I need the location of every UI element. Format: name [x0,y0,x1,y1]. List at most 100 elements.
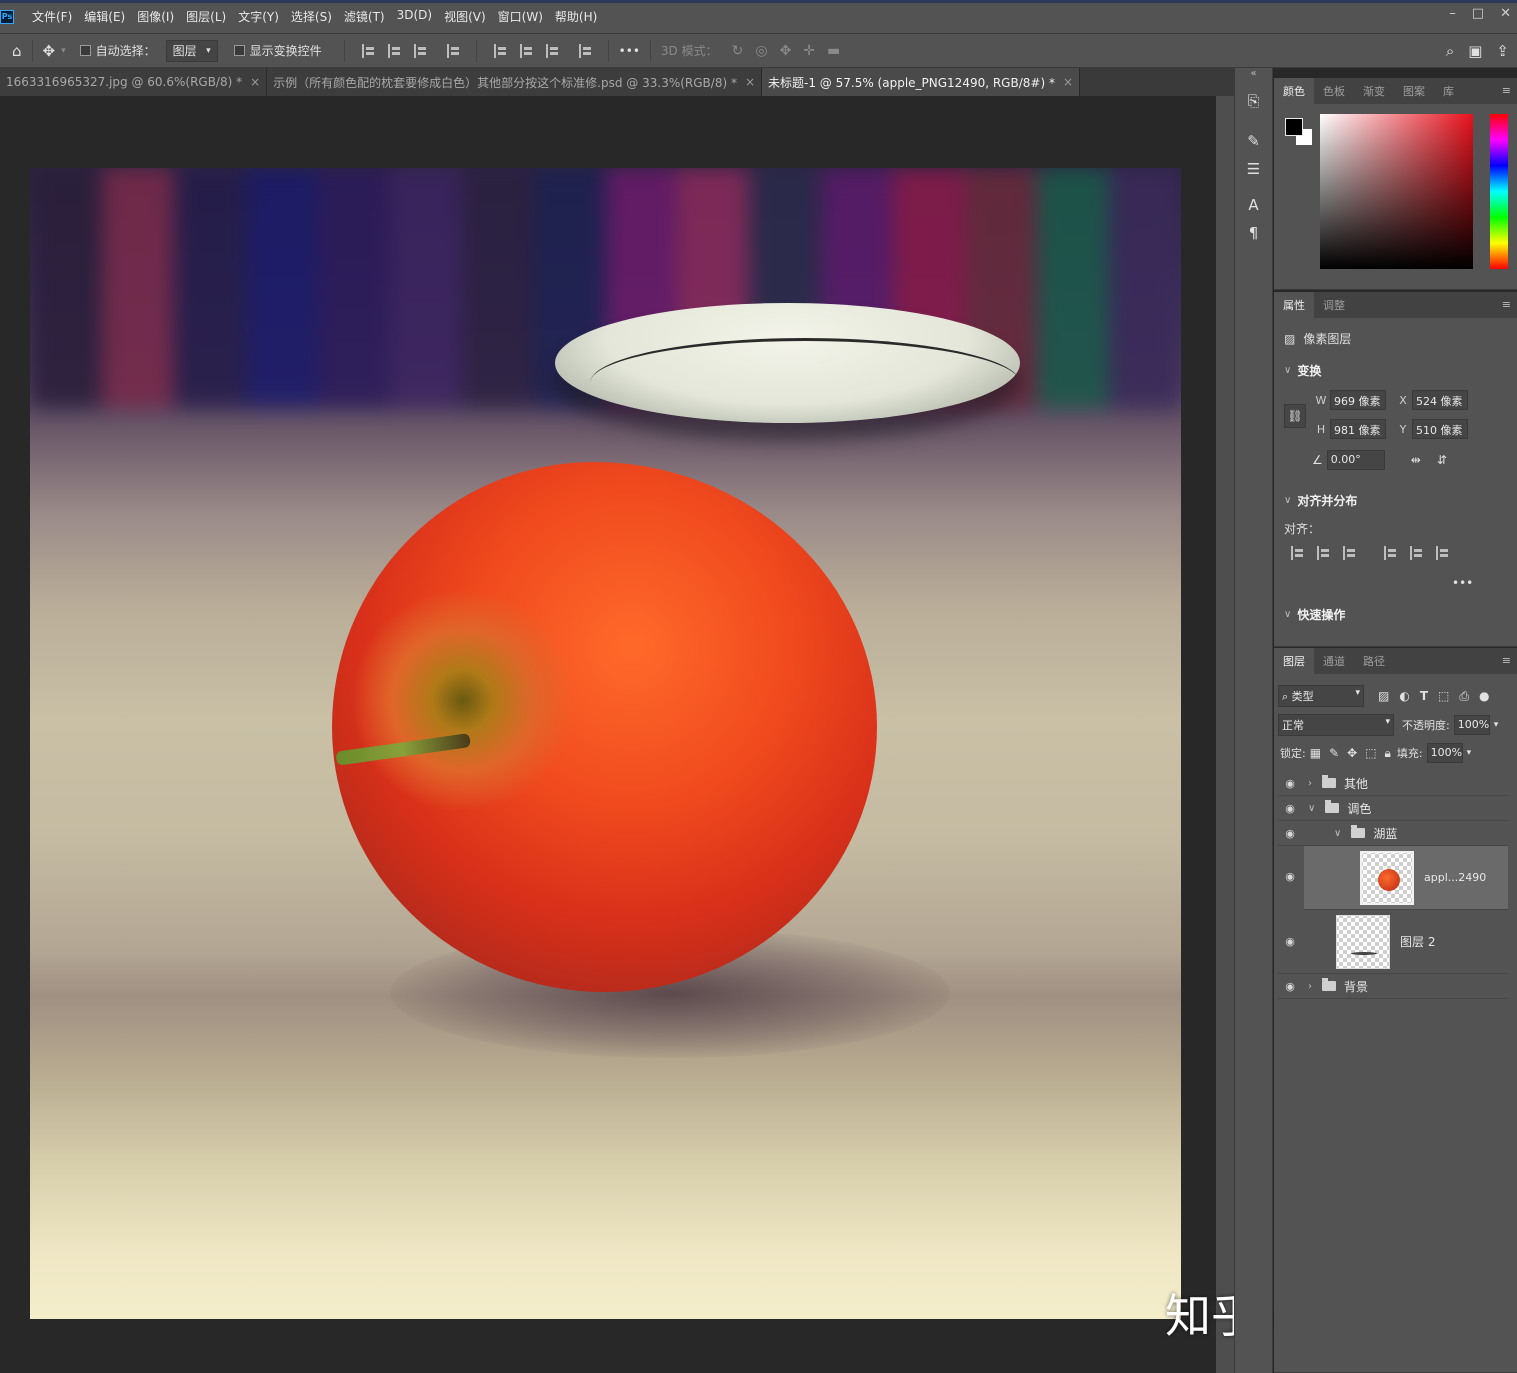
checkbox-box[interactable] [233,45,245,56]
filter-pixel-icon[interactable]: ▨ [1378,689,1389,703]
document-canvas[interactable] [30,168,1181,1319]
visibility-eye-icon[interactable]: ◉ [1278,870,1302,883]
chevron-right-icon[interactable]: › [1308,981,1312,992]
chevron-down-icon[interactable]: ▾ [1467,748,1472,758]
auto-select-checkbox[interactable]: 自动选择： [79,42,156,59]
align-left-icon[interactable] [361,43,374,58]
tab-adjustments[interactable]: 调整 [1314,292,1354,318]
distribute-icon[interactable] [446,43,459,58]
menu-view[interactable]: 视图(V) [438,8,492,25]
checkbox-box[interactable] [79,45,91,56]
visibility-eye-icon[interactable]: ◉ [1278,935,1302,948]
lock-position-icon[interactable]: ✥ [1347,746,1357,760]
tab-color[interactable]: 颜色 [1274,78,1314,104]
search-icon[interactable]: ⌕ [1446,42,1454,60]
filter-adjustment-icon[interactable]: ◐ [1399,689,1409,703]
tab-channels[interactable]: 通道 [1314,648,1354,674]
align-right-icon[interactable] [413,43,426,58]
distribute-vertical-icon[interactable] [578,43,591,58]
tab-layers[interactable]: 图层 [1274,648,1314,674]
angle-field[interactable]: 0.00° [1326,450,1385,470]
3d-roll-icon[interactable]: ◎ [755,43,767,59]
align-right-icon[interactable] [1343,546,1355,560]
chevron-down-icon[interactable]: ▾ [61,46,66,56]
visibility-eye-icon[interactable]: ◉ [1278,777,1302,790]
lock-artboard-icon[interactable]: ⬚ [1365,746,1376,760]
lock-all-icon[interactable]: 🔒︎ [1385,746,1391,761]
layer-row-apple[interactable]: appl...2490 [1304,846,1508,910]
menu-file[interactable]: 文件(F) [26,8,78,25]
chevron-down-icon[interactable]: ▾ [1494,720,1499,730]
chevron-down-icon[interactable]: ∨ [1334,828,1341,839]
3d-scale-icon[interactable]: ▬ [827,43,840,59]
3d-slide-icon[interactable]: ✛ [803,43,815,59]
chevron-down-icon[interactable]: ∨ [1308,803,1315,814]
layer-row-group-lakeblue[interactable]: ◉ ∨ 湖蓝 [1278,821,1508,846]
3d-pan-icon[interactable]: ✥ [780,43,792,59]
panel-menu-icon[interactable]: ≡ [1502,654,1511,667]
tab-patterns[interactable]: 图案 [1394,78,1434,104]
opacity-field[interactable]: 100% [1453,715,1490,735]
lock-transparency-icon[interactable]: ▦ [1310,746,1321,760]
close-icon[interactable]: × [745,75,755,89]
tab-document-3[interactable]: 未标题-1 @ 57.5% (apple_PNG12490, RGB/8#) *… [762,68,1081,96]
tab-document-2[interactable]: 示例（所有颜色配的枕套要修成白色）其他部分按这个标准修.psd @ 33.3%(… [267,68,763,96]
auto-select-target-dropdown[interactable]: 图层 ▾ [165,39,218,62]
layer-row-group-other[interactable]: ◉ › 其他 [1278,771,1508,796]
tab-properties[interactable]: 属性 [1274,292,1314,318]
align-bottom-icon[interactable] [545,43,558,58]
align-left-icon[interactable] [1291,546,1303,560]
history-icon[interactable]: ⎘ [1235,92,1272,110]
brush-settings-icon[interactable]: ✎ [1235,132,1272,150]
close-icon[interactable]: × [250,75,260,89]
restore-icon[interactable]: □ [1472,6,1484,21]
lock-pixels-icon[interactable]: ✎ [1329,746,1339,760]
flip-vertical-icon[interactable]: ⇵ [1437,453,1447,467]
tab-gradients[interactable]: 渐变 [1354,78,1394,104]
more-options-icon[interactable]: ••• [1452,576,1473,590]
menu-3d[interactable]: 3D(D) [391,8,438,25]
workspace-icon[interactable]: ▣ [1468,42,1482,60]
fill-field[interactable]: 100% [1426,743,1463,763]
height-field[interactable]: 981 像素 [1330,419,1386,439]
filter-shape-icon[interactable]: ⬚ [1438,689,1449,703]
filter-toggle-icon[interactable]: ● [1479,689,1489,703]
tab-libraries[interactable]: 库 [1434,78,1463,104]
layer-row-group-tone[interactable]: ◉ ∨ 调色 [1278,796,1508,821]
minimize-icon[interactable]: – [1449,6,1456,21]
align-vcenter-icon[interactable] [519,43,532,58]
width-field[interactable]: 969 像素 [1330,390,1386,410]
layer-row-group-background[interactable]: ◉ › 背景 [1278,974,1508,999]
align-bottom-icon[interactable] [1436,546,1448,560]
show-transform-checkbox[interactable]: 显示变换控件 [233,42,322,59]
chevron-right-icon[interactable]: › [1308,778,1312,789]
visibility-eye-icon[interactable]: ◉ [1278,802,1302,815]
align-vcenter-icon[interactable] [1410,546,1422,560]
menu-edit[interactable]: 编辑(E) [78,8,131,25]
align-header[interactable]: ∨ 对齐并分布 [1284,492,1357,509]
adjustments-icon[interactable]: ☰ [1235,160,1272,178]
menu-image[interactable]: 图像(I) [131,8,180,25]
tab-document-1[interactable]: 1663316965327.jpg @ 60.6%(RGB/8) * × [0,68,268,96]
visibility-eye-icon[interactable]: ◉ [1278,980,1302,993]
tab-paths[interactable]: 路径 [1354,648,1394,674]
transform-header[interactable]: ∨ 变换 [1284,362,1321,379]
panel-menu-icon[interactable]: ≡ [1502,298,1511,311]
filter-type-icon[interactable]: T [1420,689,1428,703]
move-tool-icon[interactable]: ✥ [43,42,56,60]
menu-layer[interactable]: 图层(L) [180,8,232,25]
hue-slider[interactable] [1490,114,1508,269]
menu-window[interactable]: 窗口(W) [492,8,549,25]
filter-kind-dropdown[interactable]: ⌕ 类型 ▾ [1278,685,1364,707]
more-options-icon[interactable]: ••• [619,44,640,58]
menu-filter[interactable]: 滤镜(T) [338,8,391,25]
quick-actions-header[interactable]: ∨ 快速操作 [1284,606,1345,623]
menu-help[interactable]: 帮助(H) [549,8,603,25]
y-field[interactable]: 510 像素 [1412,419,1468,439]
menu-type[interactable]: 文字(Y) [232,8,285,25]
align-hcenter-icon[interactable] [1317,546,1329,560]
3d-orbit-icon[interactable]: ↻ [732,43,744,59]
x-field[interactable]: 524 像素 [1412,390,1468,410]
tab-swatches[interactable]: 色板 [1314,78,1354,104]
filter-smart-object-icon[interactable]: ⎙ [1459,689,1469,704]
